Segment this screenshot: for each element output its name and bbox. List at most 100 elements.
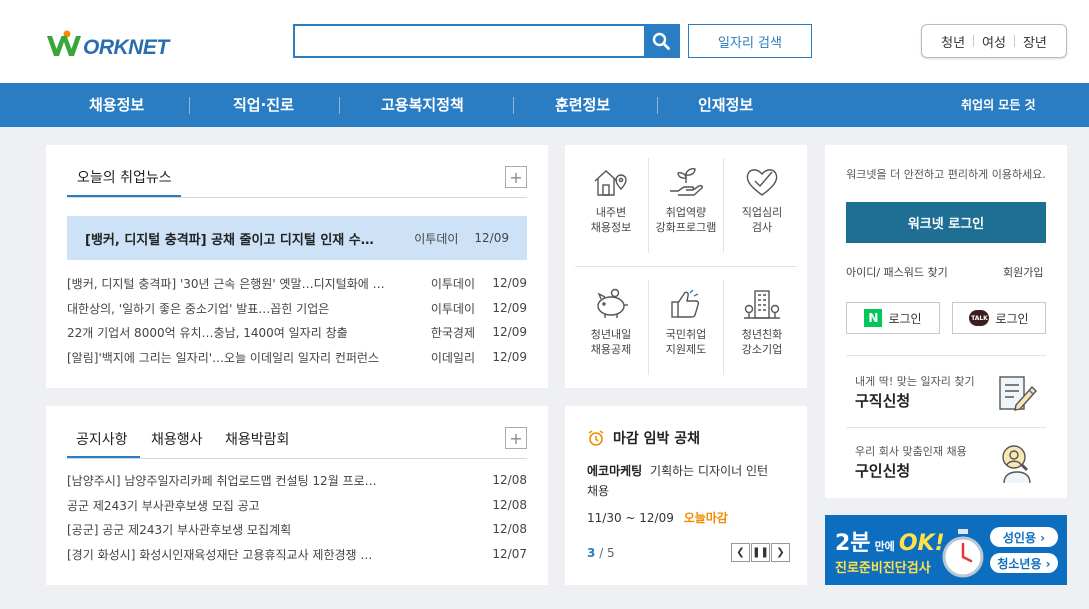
deadline-dates: 11/30 ~ 12/09 (587, 511, 674, 525)
notice-title: [공군] 공군 제243기 부사관후보생 모집계획 (67, 522, 292, 537)
hand-sprout-icon (670, 168, 703, 196)
worknet-login-button[interactable]: 워크넷 로그인 (846, 202, 1046, 243)
deadline-period: 11/30 ~ 12/09 오늘마감 (587, 509, 728, 526)
divider (1013, 35, 1015, 47)
service-label: 국민취업 (665, 328, 707, 341)
nav-divider (339, 97, 340, 114)
adult-test-button[interactable]: 성인용 › (990, 527, 1058, 547)
naver-login-label: 로그인 (888, 311, 922, 326)
user-type-youth[interactable]: 청년 (941, 32, 965, 51)
signup-link[interactable]: 회원가입 (1003, 264, 1043, 280)
notice-date: 12/08 (492, 498, 527, 512)
banner-headline: 2분 만에 OK! (835, 525, 945, 557)
next-button[interactable]: ❯ (771, 543, 790, 562)
tab-job-fair[interactable]: 채용박람회 (225, 429, 289, 449)
search-icon (652, 32, 670, 50)
news-more-button[interactable]: + (505, 166, 527, 188)
service-national-employment[interactable]: 국민취업 지원제도 (648, 287, 724, 357)
pause-button[interactable]: ❚❚ (751, 543, 770, 562)
news-date: 12/09 (492, 276, 527, 290)
logo-w-icon (47, 30, 81, 56)
news-date: 12/09 (492, 301, 527, 315)
notice-row[interactable]: 공군 제243기 부사관후보생 모집 공고 12/08 (67, 496, 527, 514)
user-type-women[interactable]: 여성 (982, 32, 1006, 51)
notice-row[interactable]: [공군] 공군 제243기 부사관후보생 모집계획 12/08 (67, 520, 527, 538)
thumbs-up-icon (671, 289, 700, 318)
divider (973, 35, 975, 47)
user-type-senior[interactable]: 장년 (1023, 32, 1047, 51)
tab-events[interactable]: 채용행사 (151, 429, 203, 449)
notice-date: 12/07 (492, 547, 527, 561)
job-seeker-apply[interactable]: 내게 딱! 맞는 일자리 찾기 구직신청 (846, 357, 1046, 427)
user-type-selector: 청년 여성 장년 (921, 24, 1067, 58)
prev-button[interactable]: ❮ (731, 543, 750, 562)
building-icon (744, 290, 780, 319)
notice-date: 12/08 (492, 522, 527, 536)
naver-login-button[interactable]: N 로그인 (846, 302, 940, 334)
deadline-job-title: 기획하는 디자이너 인턴 (650, 464, 769, 478)
plus-icon: + (509, 167, 523, 187)
kakao-login-button[interactable]: TALK 로그인 (952, 302, 1046, 334)
deadline-title: 마감 임박 공채 (587, 428, 700, 448)
service-competency[interactable]: 취업역량 강화프로그램 (648, 165, 724, 235)
deadline-job[interactable]: 에코마케팅 기획하는 디자이너 인턴 채용 (587, 461, 787, 501)
news-headline[interactable]: [뱅커, 디지털 충격파] 공채 줄이고 디지털 인재 수… 이투데이 12/0… (67, 216, 527, 260)
news-row[interactable]: [알림]'백지에 그리는 일자리'…오늘 이데일리 일자리 컨퍼런스 이데일리 … (67, 348, 527, 366)
job-search-button[interactable]: 일자리 검색 (688, 24, 812, 58)
service-label: 직업심리 (741, 206, 783, 219)
alarm-clock-icon (588, 430, 604, 446)
service-label: 내주변 (595, 206, 627, 219)
naver-icon: N (864, 309, 883, 327)
deadline-pagination: 3 / 5 (587, 546, 615, 560)
notice-more-button[interactable]: + (505, 427, 527, 449)
heart-check-icon (746, 169, 778, 196)
service-aptitude-test[interactable]: 직업심리 검사 (724, 165, 800, 235)
logo-text: ORKNET (83, 36, 169, 59)
service-youth-savings[interactable]: 청년내일 채용공제 (573, 287, 649, 357)
search-input[interactable] (295, 26, 644, 56)
deadline-company: 에코마케팅 (587, 464, 643, 478)
worknet-logo[interactable]: ORKNET (45, 24, 169, 58)
tab-notices[interactable]: 공지사항 (76, 429, 128, 449)
kakao-icon: TALK (969, 310, 990, 326)
kakao-login-label: 로그인 (995, 311, 1029, 326)
divider (67, 197, 527, 198)
divider (67, 458, 527, 459)
banner-mid: 만에 (874, 540, 895, 553)
resume-pen-icon (999, 376, 1037, 411)
apply-main: 구인신청 (855, 462, 911, 480)
service-nearby-jobs[interactable]: 내주변 채용정보 (573, 165, 649, 235)
news-row[interactable]: 22개 기업서 8000억 유치…충남, 1400여 일자리 창출 한국경제 1… (67, 323, 527, 341)
nav-item-talent[interactable]: 인재정보 (698, 83, 753, 127)
apply-main: 구직신청 (855, 392, 911, 410)
divider (846, 355, 1046, 356)
apply-sub: 우리 회사 맞춤인재 채용 (855, 445, 967, 458)
news-source: 이투데이 (430, 276, 475, 291)
service-label: 검사 (751, 221, 773, 234)
main-nav: 채용정보 직업·진로 고용복지정책 훈련정보 인재정보 취업의 모든 것 (0, 83, 1089, 127)
headline-title: [뱅커, 디지털 충격파] 공채 줄이고 디지털 인재 수… (85, 232, 374, 248)
career-test-banner[interactable]: 2분 만에 OK! 진로준비진단검사 성인용 › 청소년용 › (825, 515, 1067, 585)
find-account-link[interactable]: 아이디/ 패스워드 찾기 (846, 264, 948, 280)
news-tab[interactable]: 오늘의 취업뉴스 (77, 167, 172, 187)
teen-test-button[interactable]: 청소년용 › (990, 553, 1058, 573)
deadline-title-text: 마감 임박 공채 (613, 431, 701, 447)
news-date: 12/09 (492, 325, 527, 339)
news-title: [알림]'백지에 그리는 일자리'…오늘 이데일리 일자리 컨퍼런스 (67, 350, 379, 365)
news-row[interactable]: 대한상의, '일하기 좋은 중소기업' 발표…꼽힌 기업은 이투데이 12/09 (67, 299, 527, 317)
notice-row[interactable]: [남양주시] 남양주일자리카페 취업로드맵 컨설팅 12월 프로… 12/08 (67, 471, 527, 489)
search-button[interactable] (644, 26, 678, 56)
nav-all-link[interactable]: 취업의 모든 것 (961, 83, 1036, 127)
employer-apply[interactable]: 우리 회사 맞춤인재 채용 구인신청 (846, 427, 1046, 497)
notice-row[interactable]: [경기 화성시] 화성시인재육성재단 고용휴직교사 제한경쟁 … 12/07 (67, 545, 527, 563)
nav-item-training[interactable]: 훈련정보 (555, 83, 610, 127)
service-youth-friendly-company[interactable]: 청년친화 강소기업 (724, 287, 800, 357)
talent-search-icon (1002, 445, 1031, 484)
notice-title: [남양주시] 남양주일자리카페 취업로드맵 컨설팅 12월 프로… (67, 473, 377, 488)
pause-icon: ❚❚ (752, 547, 769, 558)
nav-item-welfare[interactable]: 고용복지정책 (381, 83, 464, 127)
nav-item-career[interactable]: 직업·진로 (233, 83, 294, 127)
news-row[interactable]: [뱅커, 디지털 충격파] '30년 근속 은행원' 옛말…디지털화에 … 이투… (67, 274, 527, 292)
news-title: 대한상의, '일하기 좋은 중소기업' 발표…꼽힌 기업은 (67, 301, 330, 316)
nav-item-jobs[interactable]: 채용정보 (89, 83, 144, 127)
